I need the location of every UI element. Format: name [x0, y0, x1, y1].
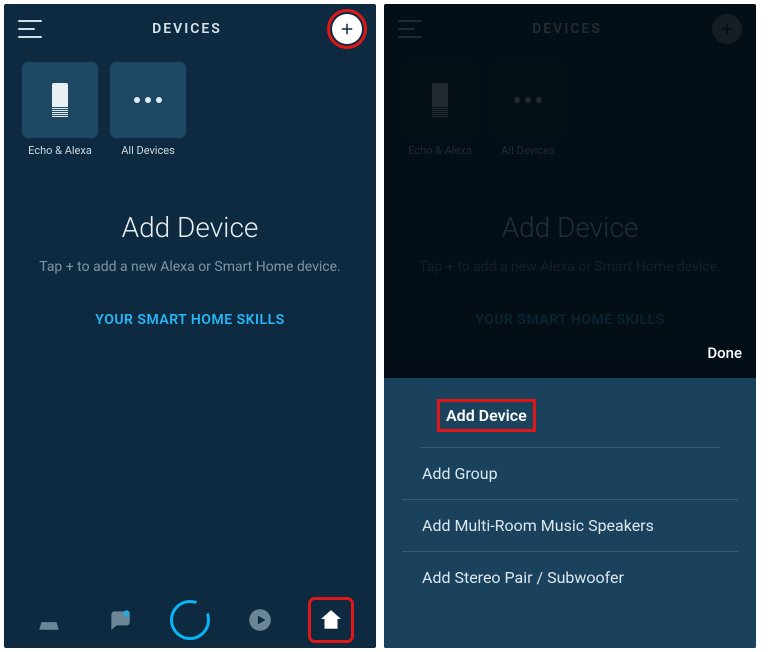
add-button[interactable]: [712, 14, 742, 44]
nav-devices-icon[interactable]: [311, 600, 351, 640]
sheet-item-add-stereo[interactable]: Add Stereo Pair / Subwoofer: [402, 552, 738, 603]
sheet-item-add-device[interactable]: Add Device: [420, 392, 720, 448]
add-button[interactable]: [332, 14, 362, 44]
empty-subtext: Tap + to add a new Alexa or Smart Home d…: [414, 258, 726, 278]
done-button[interactable]: Done: [707, 344, 742, 362]
more-icon: [134, 97, 162, 103]
sheet-item-label: Add Device: [440, 402, 533, 429]
nav-alexa-icon[interactable]: [170, 600, 210, 640]
smart-home-skills-link: YOUR SMART HOME SKILLS: [475, 312, 664, 328]
tile-label: Echo & Alexa: [408, 144, 472, 157]
plus-icon: [718, 20, 736, 38]
empty-state: Add Device Tap + to add a new Alexa or S…: [4, 163, 376, 328]
empty-state: Add Device Tap + to add a new Alexa or S…: [384, 163, 756, 328]
tile-label: All Devices: [501, 144, 555, 157]
empty-heading: Add Device: [34, 211, 346, 244]
nav-chat-icon[interactable]: [100, 600, 140, 640]
top-bar: DEVICES: [384, 4, 756, 54]
tile-echo-alexa[interactable]: Echo & Alexa: [22, 62, 98, 157]
screen-devices-sheet: DEVICES Echo & Alexa All Devices Add Dev…: [384, 4, 756, 648]
empty-subtext: Tap + to add a new Alexa or Smart Home d…: [34, 258, 346, 278]
tile-label: Echo & Alexa: [28, 144, 92, 157]
nav-home-icon[interactable]: [29, 600, 69, 640]
smart-home-skills-link[interactable]: YOUR SMART HOME SKILLS: [95, 312, 284, 328]
top-bar: DEVICES: [4, 4, 376, 54]
screen-devices: DEVICES Echo & Alexa All Devices Add Dev…: [4, 4, 376, 648]
tile-label: All Devices: [121, 144, 175, 157]
more-icon: [514, 97, 542, 103]
page-title: DEVICES: [152, 21, 222, 37]
tile-all-devices: All Devices: [490, 62, 566, 157]
echo-device-icon: [52, 83, 68, 117]
menu-icon[interactable]: [398, 20, 422, 38]
nav-play-icon[interactable]: [240, 600, 280, 640]
menu-icon[interactable]: [18, 20, 42, 38]
echo-device-icon: [432, 83, 448, 117]
add-action-sheet: Add Device Add Group Add Multi-Room Musi…: [384, 378, 756, 648]
device-tile-row: Echo & Alexa All Devices: [4, 54, 376, 163]
empty-heading: Add Device: [414, 211, 726, 244]
tile-all-devices[interactable]: All Devices: [110, 62, 186, 157]
tile-echo-alexa: Echo & Alexa: [402, 62, 478, 157]
sheet-item-add-multiroom[interactable]: Add Multi-Room Music Speakers: [402, 500, 738, 552]
device-tile-row: Echo & Alexa All Devices: [384, 54, 756, 163]
plus-icon: [338, 20, 356, 38]
sheet-item-add-group[interactable]: Add Group: [402, 448, 738, 500]
bottom-nav: [4, 592, 376, 648]
page-title: DEVICES: [532, 21, 602, 37]
